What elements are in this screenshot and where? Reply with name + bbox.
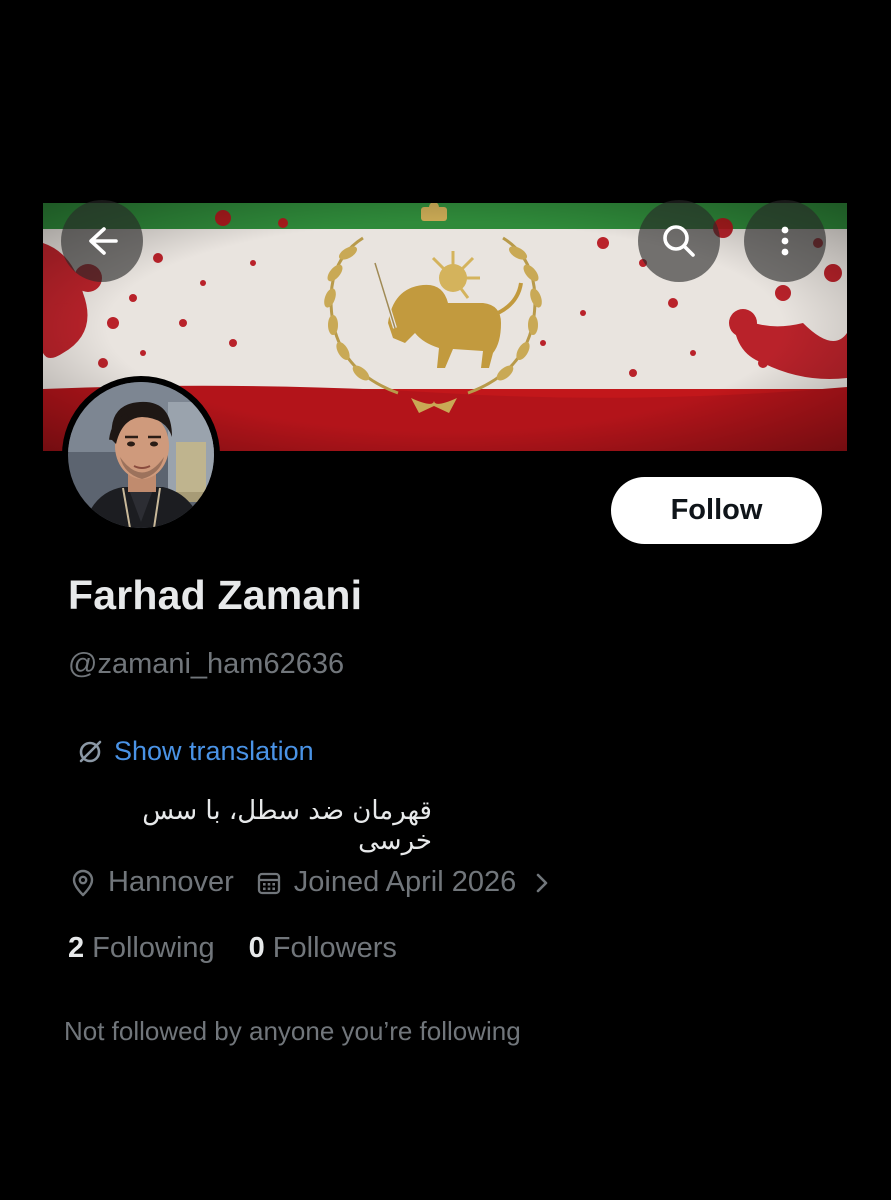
following-label: Following	[92, 932, 215, 964]
translate-icon	[79, 740, 102, 762]
followers-stat[interactable]: 0 Followers	[249, 932, 397, 965]
chevron-right-icon	[536, 873, 548, 892]
bio-text: قهرمان ضد سطل، با سس خرسی	[142, 796, 432, 856]
back-button[interactable]	[61, 200, 143, 282]
joined-item: Joined April 2026	[256, 866, 517, 899]
profile-meta-row: Hannover Joined April 2026	[70, 866, 550, 899]
location-text: Hannover	[108, 866, 234, 898]
joined-date-text: Joined April 2026	[293, 866, 517, 898]
follow-stats-row: 2 Following 0 Followers	[68, 932, 397, 965]
location-item: Hannover	[70, 866, 234, 899]
more-vertical-icon	[781, 226, 789, 256]
search-button[interactable]	[638, 200, 720, 282]
calendar-icon	[257, 872, 280, 894]
following-count: 2	[68, 932, 85, 964]
avatar[interactable]	[62, 376, 220, 534]
back-arrow-icon	[89, 227, 118, 255]
search-icon	[663, 225, 695, 257]
show-translation-link[interactable]: Show translation	[76, 736, 314, 767]
followers-count: 0	[248, 932, 265, 964]
location-pin-icon	[72, 869, 94, 896]
following-stat[interactable]: 2 Following	[68, 932, 215, 965]
profile-screen: Follow Farhad Zamani @zamani_ham62636 Sh…	[0, 0, 891, 1200]
follow-button[interactable]: Follow	[611, 477, 822, 544]
about-account-chevron[interactable]	[534, 870, 550, 896]
mutual-followers-note: Not followed by anyone you’re following	[64, 1016, 521, 1046]
display-name: Farhad Zamani	[68, 572, 363, 618]
user-handle: @zamani_ham62636	[68, 648, 345, 680]
avatar-photo	[68, 382, 214, 528]
more-options-button[interactable]	[744, 200, 826, 282]
followers-label: Followers	[272, 932, 397, 964]
show-translation-label: Show translation	[114, 736, 314, 766]
